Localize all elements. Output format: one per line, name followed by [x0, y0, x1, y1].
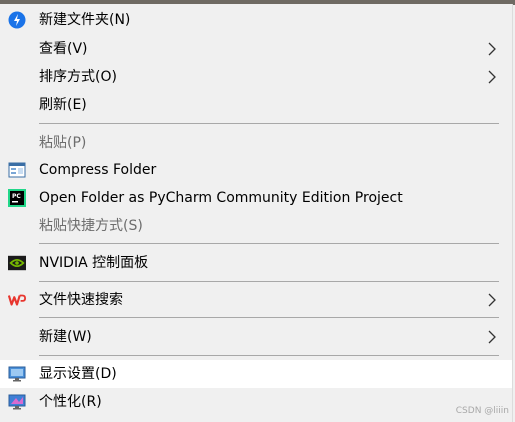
- menu-item-label: Compress Folder: [39, 162, 157, 178]
- menu-item-new[interactable]: 新建(W): [0, 323, 512, 351]
- desktop-context-menu: 新建文件夹(N) 查看(V) 排序方式(O) 刷新(E) 粘贴(P) Compr…: [0, 4, 513, 422]
- menu-item-label: 排序方式(O): [39, 69, 117, 85]
- menu-item-label: 个性化(R): [39, 394, 102, 410]
- menu-separator: [39, 355, 499, 356]
- menu-item-refresh[interactable]: 刷新(E): [0, 91, 512, 119]
- menu-item-view[interactable]: 查看(V): [0, 35, 512, 63]
- menu-item-compress-folder[interactable]: Compress Folder: [0, 156, 512, 184]
- menu-item-label: NVIDIA 控制面板: [39, 255, 149, 271]
- menu-item-label: 新建(W): [39, 329, 92, 345]
- menu-item-open-pycharm[interactable]: PC Open Folder as PyCharm Community Edit…: [0, 184, 512, 212]
- chevron-right-icon: [488, 293, 496, 307]
- menu-item-label: 文件快速搜索: [39, 292, 123, 308]
- menu-item-label: Open Folder as PyCharm Community Edition…: [39, 190, 403, 206]
- menu-separator: [39, 317, 499, 318]
- nvidia-icon: [8, 254, 26, 272]
- menu-item-label: 刷新(E): [39, 97, 87, 113]
- svg-text:PC: PC: [12, 193, 21, 200]
- menu-item-personalize[interactable]: 个性化(R): [0, 388, 512, 416]
- menu-item-sort-by[interactable]: 排序方式(O): [0, 63, 512, 91]
- menu-item-paste[interactable]: 粘贴(P): [0, 129, 512, 157]
- pycharm-icon: PC: [8, 189, 26, 207]
- menu-item-label: 粘贴(P): [39, 135, 87, 151]
- menu-separator: [39, 243, 499, 244]
- menu-item-paste-shortcut[interactable]: 粘贴快捷方式(S): [0, 212, 512, 240]
- new-folder-icon: [8, 11, 26, 29]
- menu-item-nvidia[interactable]: NVIDIA 控制面板: [0, 249, 512, 277]
- compress-folder-icon: [8, 161, 26, 179]
- menu-item-display-settings[interactable]: 显示设置(D): [0, 360, 512, 388]
- menu-separator: [39, 123, 499, 124]
- watermark: CSDN @liiin: [455, 406, 509, 416]
- chevron-right-icon: [488, 330, 496, 344]
- wps-icon: [8, 291, 26, 309]
- menu-item-label: 显示设置(D): [39, 366, 117, 382]
- menu-item-new-folder[interactable]: 新建文件夹(N): [0, 6, 512, 34]
- menu-item-label: 粘贴快捷方式(S): [39, 218, 143, 234]
- menu-item-label: 新建文件夹(N): [39, 12, 131, 28]
- monitor-icon: [8, 365, 26, 383]
- chevron-right-icon: [488, 42, 496, 56]
- menu-separator: [39, 281, 499, 282]
- menu-item-file-search[interactable]: 文件快速搜索: [0, 286, 512, 314]
- chevron-right-icon: [488, 70, 496, 84]
- personalize-icon: [8, 393, 26, 411]
- menu-item-label: 查看(V): [39, 41, 88, 57]
